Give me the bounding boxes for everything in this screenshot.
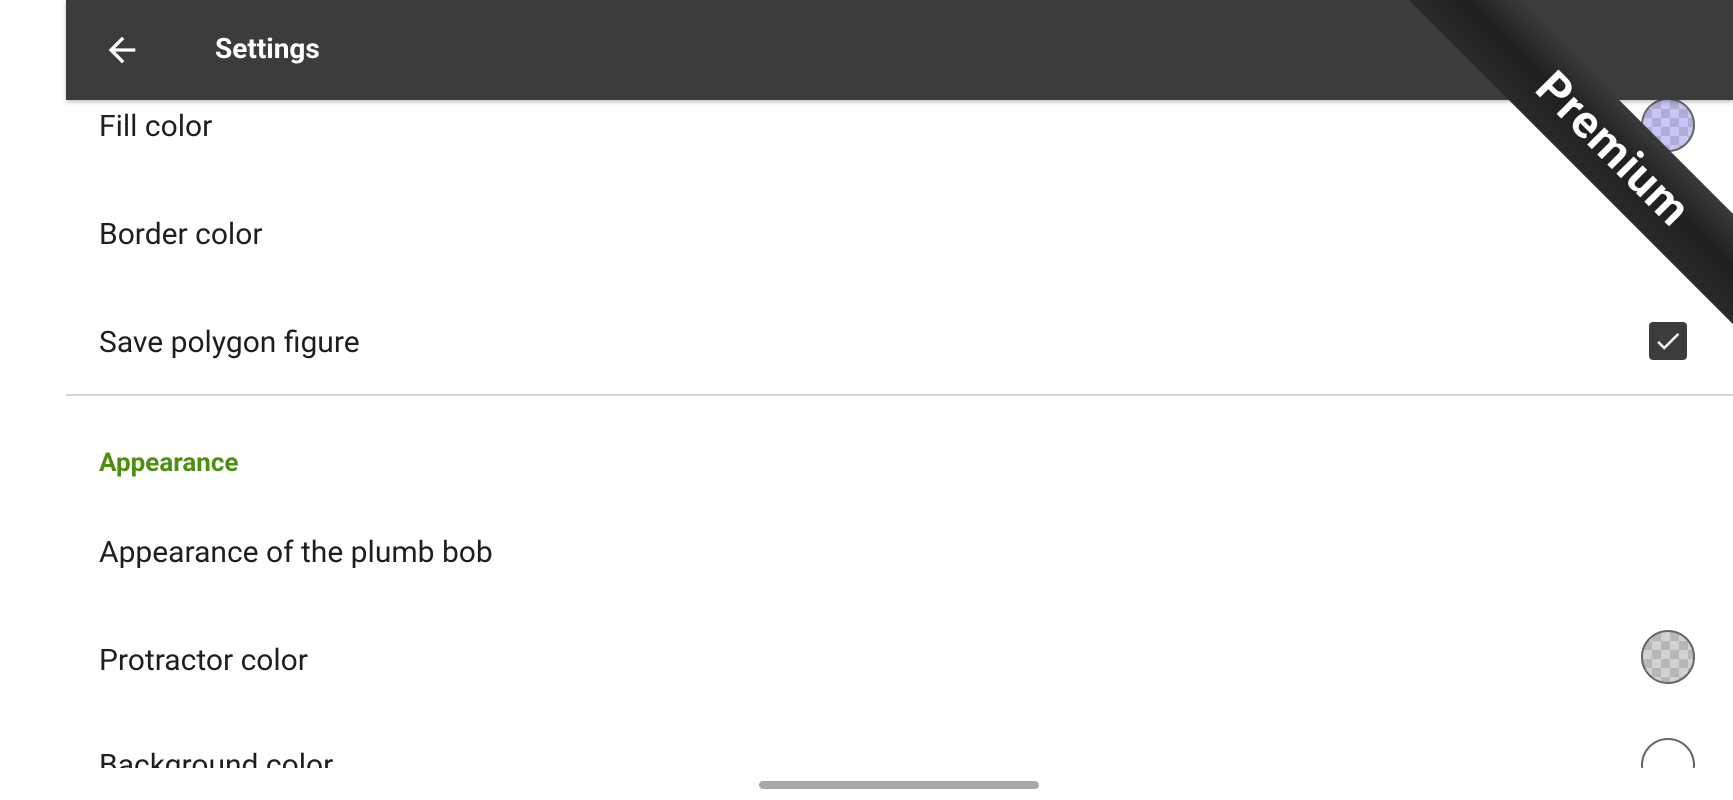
setting-protractor-color[interactable]: Protractor color xyxy=(66,606,1733,712)
page-title: Settings xyxy=(215,32,320,65)
check-icon xyxy=(1657,333,1680,350)
background-color-swatch[interactable] xyxy=(1641,738,1695,768)
save-polygon-label: Save polygon figure xyxy=(99,325,360,360)
fill-color-swatch[interactable] xyxy=(1641,98,1695,152)
section-divider xyxy=(66,394,1733,396)
save-polygon-checkbox[interactable] xyxy=(1649,322,1687,360)
fill-color-label: Fill color xyxy=(99,109,213,144)
protractor-color-label: Protractor color xyxy=(99,643,308,678)
plumb-bob-label: Appearance of the plumb bob xyxy=(99,535,493,570)
background-color-label: Background color xyxy=(99,748,334,768)
home-indicator[interactable] xyxy=(759,781,1039,789)
settings-list: Fill color Border color Save polygon fig… xyxy=(66,0,1733,800)
setting-background-color[interactable]: Background color xyxy=(66,712,1733,768)
arrow-left-icon xyxy=(108,36,136,64)
back-button[interactable] xyxy=(98,26,146,74)
setting-save-polygon[interactable]: Save polygon figure xyxy=(66,288,1733,394)
setting-border-color[interactable]: Border color xyxy=(66,180,1733,286)
border-color-label: Border color xyxy=(99,217,263,252)
appearance-section-header: Appearance xyxy=(99,448,239,478)
left-margin xyxy=(0,0,66,800)
protractor-color-swatch[interactable] xyxy=(1641,630,1695,684)
setting-plumb-bob[interactable]: Appearance of the plumb bob xyxy=(66,500,1733,606)
